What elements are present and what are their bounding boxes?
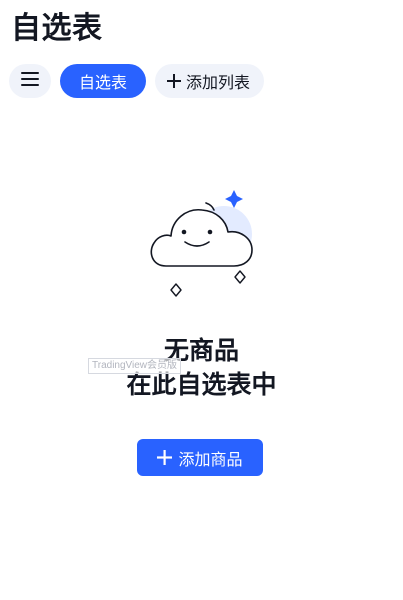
add-item-button[interactable]: 添加商品 — [137, 439, 263, 476]
add-list-label: 添加列表 — [186, 73, 251, 92]
page-title: 自选表 — [11, 11, 103, 46]
empty-state-title: 无商品 — [163, 336, 239, 365]
menu-button[interactable] — [9, 64, 51, 98]
smiling-cloud-icon — [138, 186, 266, 304]
watermark: TradingView会员版 — [88, 358, 182, 374]
add-list-button[interactable]: 添加列表 — [155, 64, 265, 98]
tab-watchlist-label: 自选表 — [79, 73, 128, 92]
hamburger-menu-icon — [20, 71, 40, 91]
tab-watchlist[interactable]: 自选表 — [60, 64, 147, 98]
empty-state-subtitle: 在此自选表中 — [126, 370, 277, 399]
plus-icon — [157, 450, 173, 465]
watchlist-tabs: 自选表 添加列表 — [9, 64, 265, 98]
add-item-label: 添加商品 — [178, 449, 243, 469]
plus-icon — [167, 74, 182, 88]
